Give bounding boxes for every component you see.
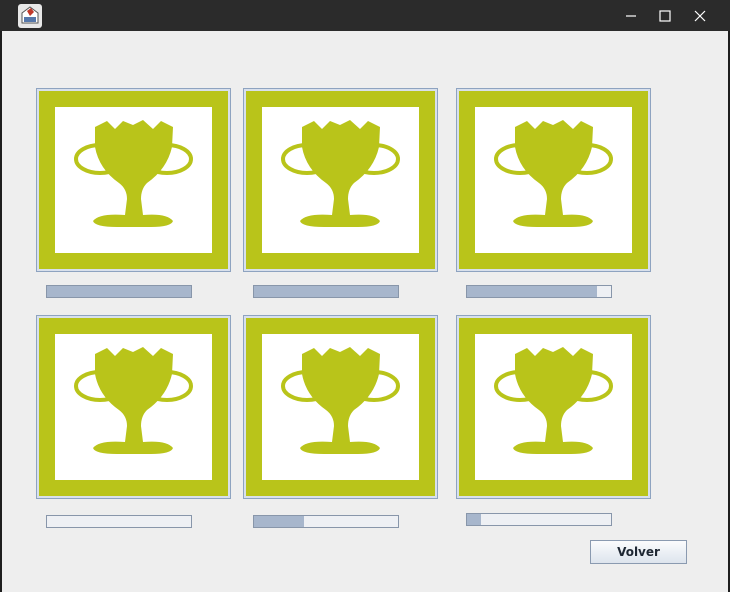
achievement-progress-5 — [253, 515, 399, 528]
achievement-frame — [39, 318, 228, 496]
trophy-icon — [74, 347, 193, 454]
progress-fill — [254, 516, 305, 527]
volver-button[interactable]: Volver — [590, 540, 687, 564]
title-bar — [0, 0, 730, 31]
trophy-icon — [281, 120, 400, 227]
minimize-button[interactable] — [614, 0, 648, 31]
maximize-button[interactable] — [648, 0, 682, 31]
achievement-progress-3 — [466, 285, 612, 298]
trophy-icon — [74, 120, 193, 227]
achievement-frame — [39, 91, 228, 269]
close-button[interactable] — [683, 0, 717, 31]
achievement-progress-6 — [466, 513, 612, 526]
achievement-progress-2 — [253, 285, 399, 298]
trophy-icon — [494, 347, 613, 454]
achievement-progress-1 — [46, 285, 192, 298]
achievement-card-2[interactable] — [243, 88, 438, 272]
trophy-icon — [494, 120, 613, 227]
achievement-frame — [459, 318, 648, 496]
achievement-frame — [459, 91, 648, 269]
achievement-card-6[interactable] — [456, 315, 651, 499]
progress-fill — [254, 286, 398, 297]
progress-fill — [467, 286, 597, 297]
achievement-card-1[interactable] — [36, 88, 231, 272]
trophy-icon — [281, 347, 400, 454]
close-icon — [694, 10, 706, 21]
achievements-window: Volver — [2, 31, 728, 592]
java-cup-icon — [18, 4, 42, 28]
progress-fill — [467, 514, 482, 525]
progress-fill — [47, 286, 191, 297]
achievement-card-5[interactable] — [243, 315, 438, 499]
achievement-frame — [246, 318, 435, 496]
achievement-progress-4 — [46, 515, 192, 528]
maximize-icon — [659, 9, 671, 22]
minimize-icon — [626, 14, 636, 17]
achievement-card-3[interactable] — [456, 88, 651, 272]
achievement-frame — [246, 91, 435, 269]
achievement-card-4[interactable] — [36, 315, 231, 499]
